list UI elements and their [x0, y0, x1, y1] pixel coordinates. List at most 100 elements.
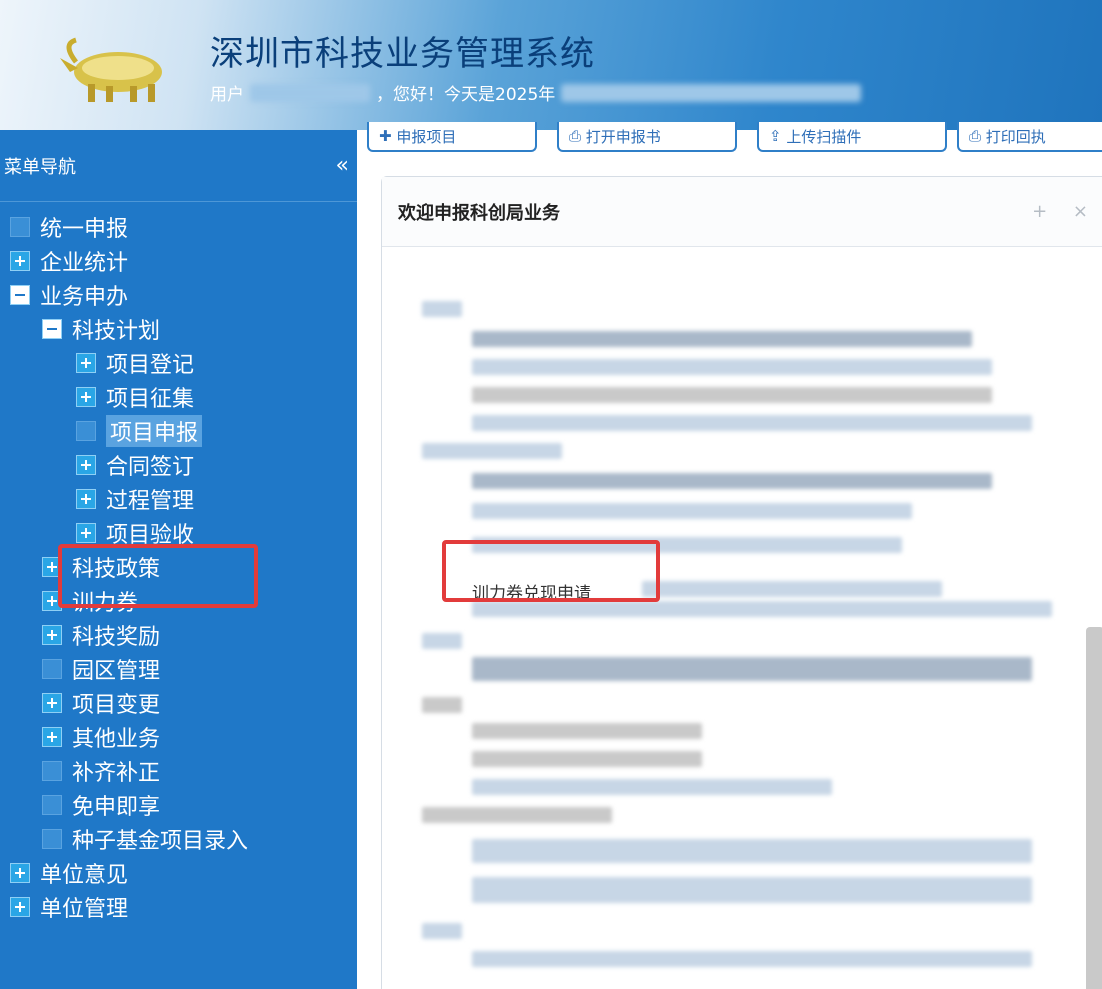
expand-icon[interactable]	[76, 353, 96, 373]
upload-scan-button[interactable]: ⇪ 上传扫描件	[757, 122, 947, 152]
sidebar-item-label: 业务申办	[40, 285, 129, 310]
welcome-panel: 欢迎申报科创局业务 + × 训力券兑现申请	[381, 176, 1102, 989]
collapse-node-icon[interactable]	[42, 319, 62, 339]
sidebar-title: 菜单导航	[4, 156, 76, 178]
expand-icon[interactable]	[10, 863, 30, 883]
sidebar-item[interactable]: 单位管理	[0, 890, 357, 924]
sidebar-item[interactable]: 企业统计	[0, 244, 357, 278]
panel-tools-icon[interactable]: + ×	[1032, 201, 1098, 222]
submit-project-button[interactable]: ✚ 申报项目	[367, 122, 537, 152]
expand-icon[interactable]	[10, 897, 30, 917]
sidebar-item[interactable]: 过程管理	[0, 482, 357, 516]
nav-menu: 统一申报企业统计业务申办科技计划项目登记 项目征集 项目申报合同签订 过程管理 项目验收…	[0, 202, 357, 924]
bull-logo-icon	[60, 37, 162, 102]
redacted-text	[472, 415, 1032, 431]
sidebar-item[interactable]: 业务申办	[0, 278, 357, 312]
panel-body: 训力券兑现申请	[382, 247, 1102, 989]
redacted-text	[422, 697, 462, 713]
leaf-node-icon	[42, 761, 62, 781]
leaf-node-icon	[42, 829, 62, 849]
toolbar: ✚ 申报项目 ⎙ 打开申报书 ⇪ 上传扫描件 ⎙ 打印回执	[357, 122, 1102, 160]
redacted-date	[561, 83, 862, 102]
expand-icon[interactable]	[76, 523, 96, 543]
expand-icon[interactable]	[42, 557, 62, 577]
redacted-text	[642, 581, 942, 597]
collapse-icon[interactable]: «	[336, 153, 349, 178]
sidebar-item-label: 科技政策	[72, 557, 161, 582]
sidebar-item-label: 项目变更	[72, 693, 161, 718]
redacted-text	[472, 779, 832, 795]
redacted-text	[472, 503, 912, 519]
sidebar-item[interactable]: 补齐补正	[0, 754, 357, 788]
app-header: 深圳市科技业务管理系统 用户 ，您好！今天是2025年	[0, 0, 1102, 130]
leaf-node-icon	[76, 421, 96, 441]
expand-icon[interactable]	[10, 251, 30, 271]
main-content: ✚ 申报项目 ⎙ 打开申报书 ⇪ 上传扫描件 ⎙ 打印回执 欢迎申报科创局业务 …	[357, 122, 1102, 989]
redacted-text	[472, 331, 972, 347]
plus-icon: ✚	[379, 127, 397, 145]
sidebar-item[interactable]: 项目申报	[0, 414, 357, 448]
sidebar: 菜单导航 « 统一申报企业统计业务申办科技计划项目登记 项目征集 项目申报合同签订过…	[0, 130, 357, 989]
redacted-text	[472, 601, 1052, 617]
leaf-node-icon	[10, 217, 30, 237]
sidebar-item-label: 补齐补正	[72, 761, 161, 786]
sidebar-item[interactable]: 科技政策	[0, 550, 357, 584]
sidebar-item[interactable]: 免申即享	[0, 788, 357, 822]
scrollbar[interactable]	[1086, 627, 1102, 989]
sidebar-item-label: 科技计划	[72, 319, 161, 344]
print-icon: ⎙	[569, 127, 586, 145]
sidebar-item-label: 项目申报	[106, 415, 203, 447]
redacted-text	[472, 751, 702, 767]
sidebar-item[interactable]: 统一申报	[0, 210, 357, 244]
sidebar-item[interactable]: 单位意见	[0, 856, 357, 890]
panel-header: 欢迎申报科创局业务 + ×	[382, 177, 1102, 247]
collapse-node-icon[interactable]	[10, 285, 30, 305]
expand-icon[interactable]	[42, 625, 62, 645]
expand-icon[interactable]	[42, 591, 62, 611]
redacted-text	[422, 807, 612, 823]
print-icon: ⎙	[969, 127, 986, 145]
system-title: 深圳市科技业务管理系统	[210, 34, 595, 74]
sidebar-item-label: 合同签订	[106, 455, 195, 480]
expand-icon[interactable]	[76, 387, 96, 407]
redacted-text	[422, 633, 462, 649]
sidebar-item[interactable]: 项目验收	[0, 516, 357, 550]
panel-title: 欢迎申报科创局业务	[398, 202, 560, 224]
sidebar-item[interactable]: 种子基金项目录入	[0, 822, 357, 856]
sidebar-item[interactable]: 科技计划	[0, 312, 357, 346]
sidebar-item[interactable]: 园区管理	[0, 652, 357, 686]
sidebar-header: 菜单导航 «	[0, 130, 357, 202]
expand-icon[interactable]	[42, 727, 62, 747]
leaf-node-icon	[42, 659, 62, 679]
greeting-text: ，您好！今天是2025年	[376, 85, 556, 105]
sidebar-item[interactable]: 其他业务	[0, 720, 357, 754]
sidebar-item-label: 园区管理	[72, 659, 161, 684]
sidebar-item[interactable]: 项目征集	[0, 380, 357, 414]
user-prefix: 用户	[210, 85, 244, 105]
expand-icon[interactable]	[76, 489, 96, 509]
sidebar-item[interactable]: 合同签订	[0, 448, 357, 482]
redacted-text	[422, 301, 462, 317]
sidebar-item-label: 单位意见	[40, 863, 129, 888]
redacted-text	[472, 723, 702, 739]
upload-icon: ⇪	[769, 127, 787, 145]
sidebar-item-label: 单位管理	[40, 897, 129, 922]
sidebar-item[interactable]: 项目变更	[0, 686, 357, 720]
redacted-text	[472, 951, 1032, 967]
redacted-text	[472, 657, 1032, 681]
sidebar-item[interactable]: 项目登记	[0, 346, 357, 380]
sidebar-item[interactable]: 训力券	[0, 584, 357, 618]
print-receipt-button[interactable]: ⎙ 打印回执	[957, 122, 1102, 152]
open-application-button[interactable]: ⎙ 打开申报书	[557, 122, 737, 152]
sidebar-item-label: 其他业务	[72, 727, 161, 752]
sidebar-item[interactable]: 科技奖励	[0, 618, 357, 652]
sidebar-item-label: 项目登记	[106, 353, 195, 378]
redacted-text	[422, 923, 462, 939]
sidebar-item-label: 企业统计	[40, 251, 129, 276]
expand-icon[interactable]	[76, 455, 96, 475]
redacted-username	[250, 83, 370, 102]
redacted-text	[472, 537, 902, 553]
sidebar-item-label: 训力券	[72, 591, 139, 616]
expand-icon[interactable]	[42, 693, 62, 713]
sidebar-item-label: 免申即享	[72, 795, 161, 820]
